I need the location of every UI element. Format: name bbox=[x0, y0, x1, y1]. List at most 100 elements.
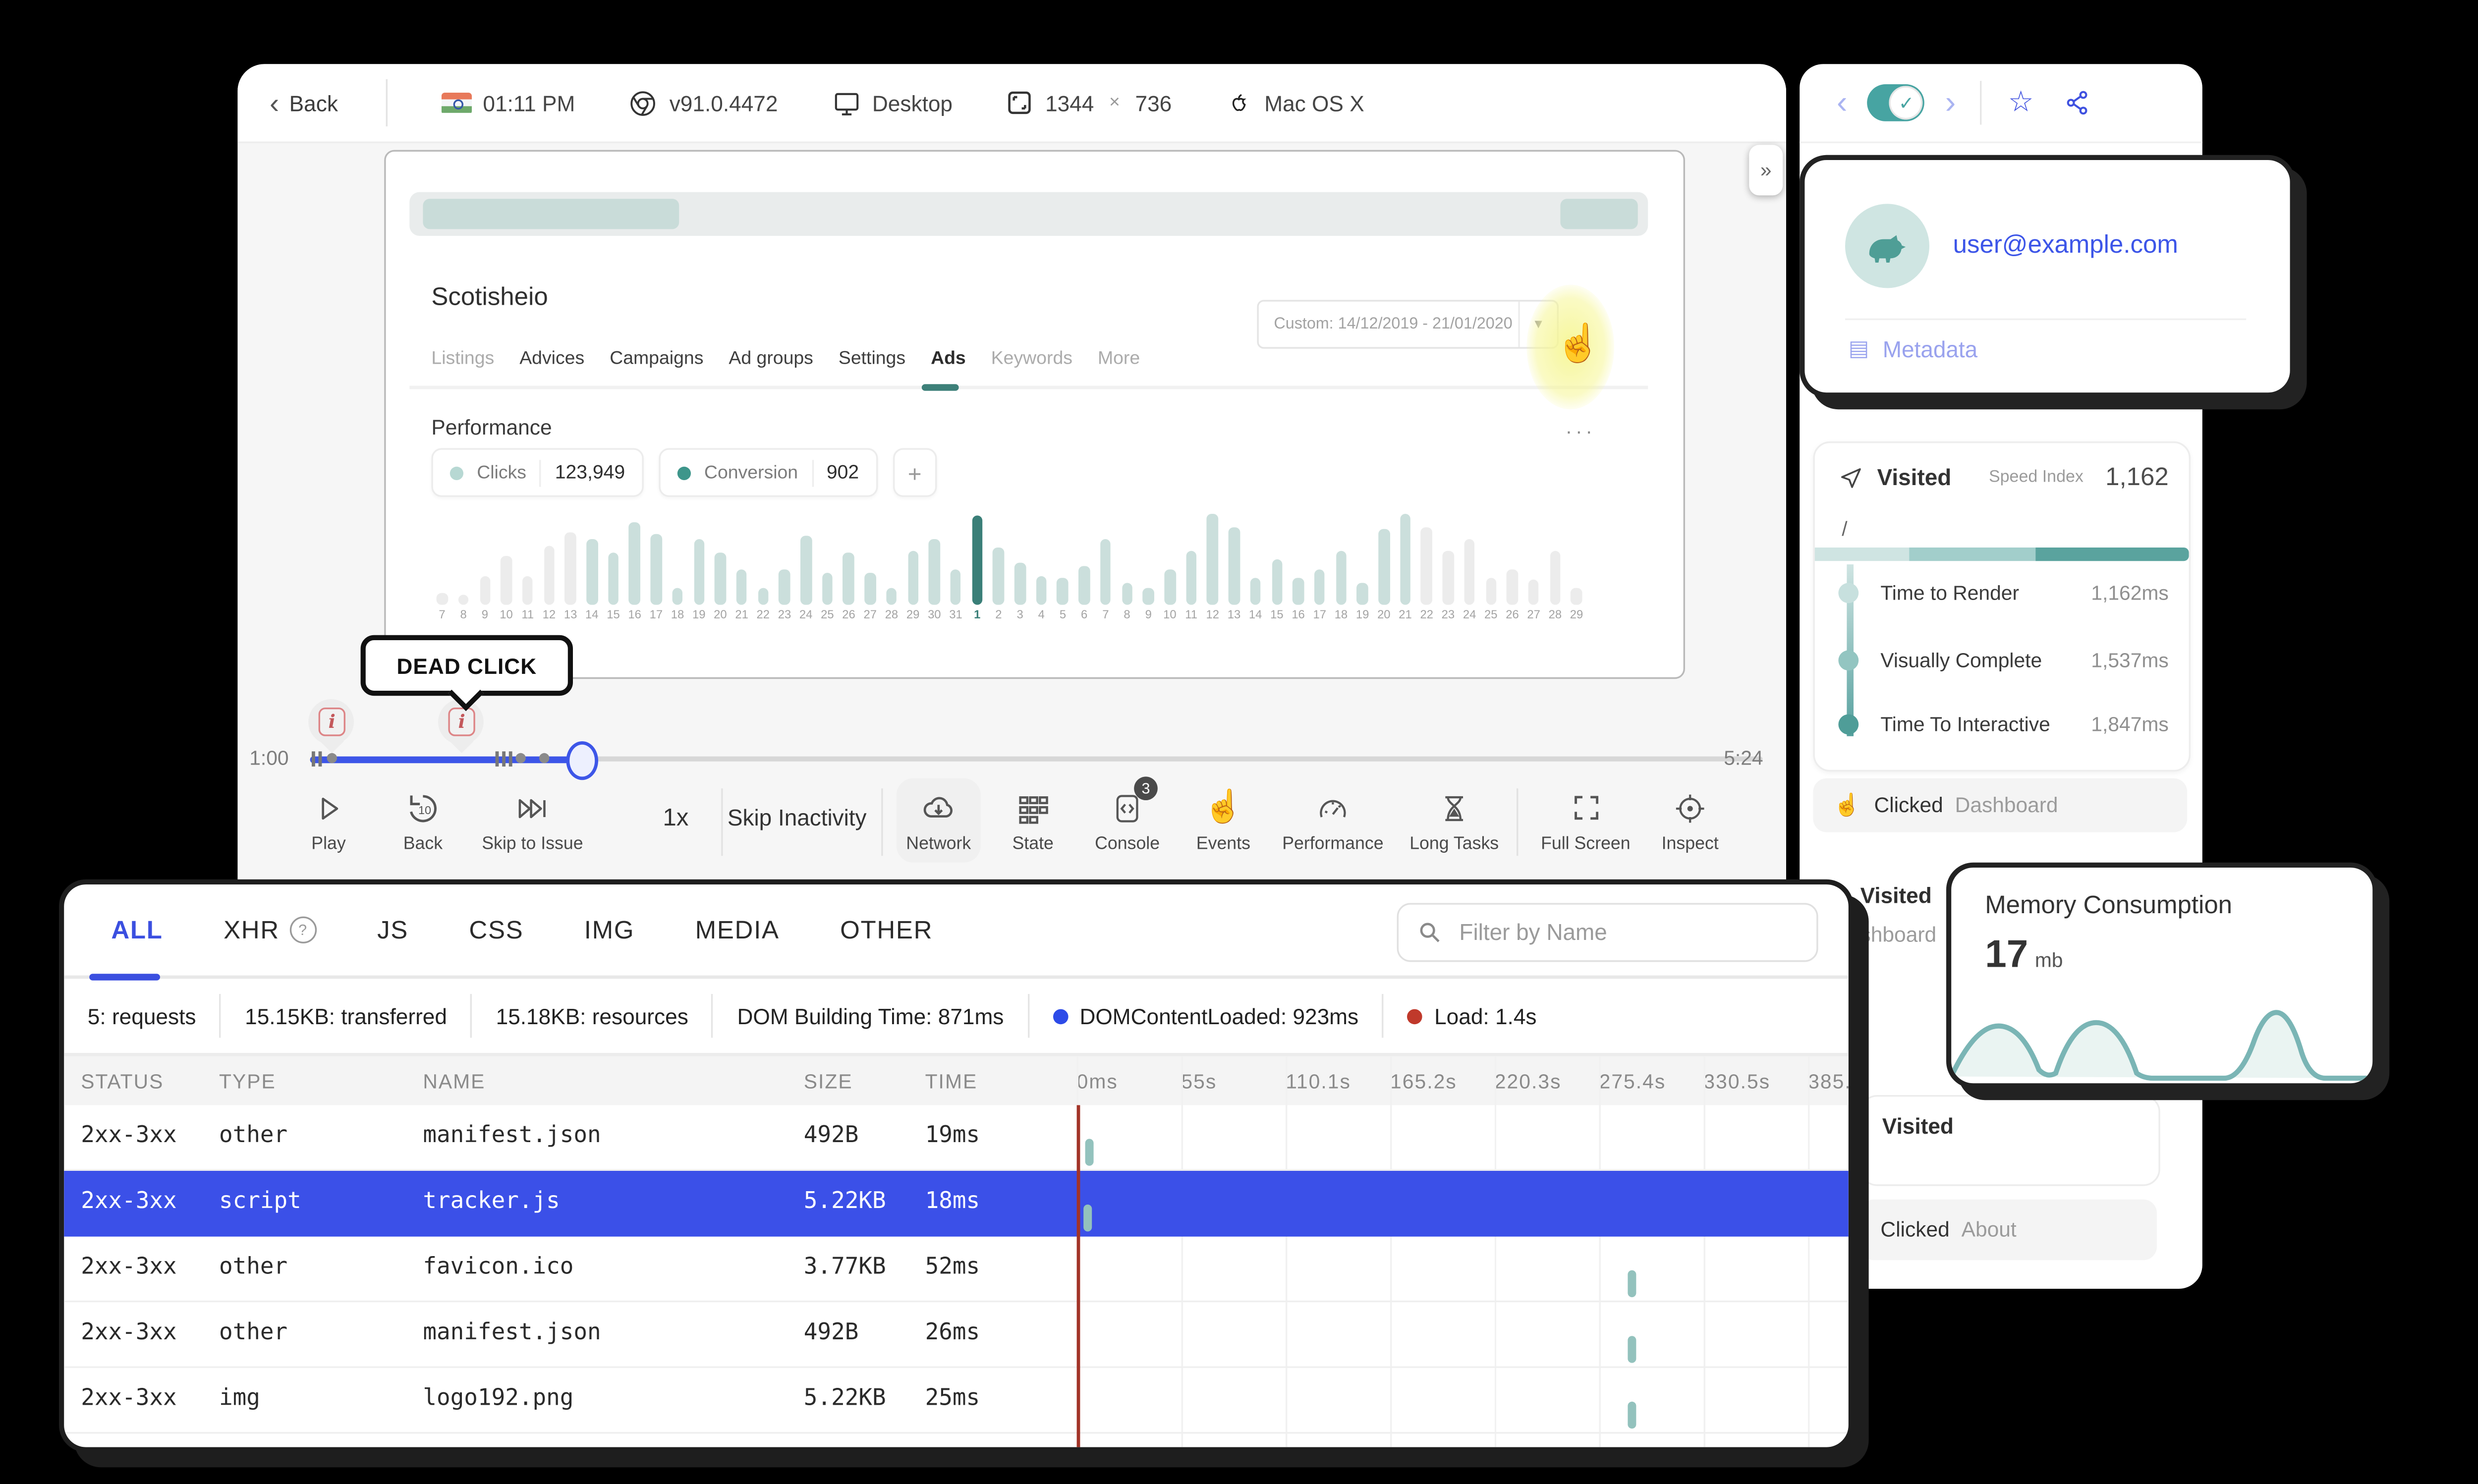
bar-column[interactable]: 25 bbox=[817, 507, 838, 622]
clicked-about-event[interactable]: Clicked About bbox=[1860, 1199, 2157, 1261]
bar-column[interactable]: 24 bbox=[795, 507, 817, 622]
skip-inactivity-button[interactable]: Skip Inactivity bbox=[728, 805, 867, 830]
bar-column[interactable]: 19 bbox=[1352, 507, 1373, 622]
bar-column[interactable]: 12 bbox=[1202, 507, 1223, 622]
col-time[interactable]: TIME bbox=[925, 1070, 978, 1094]
network-request-row[interactable]: 2xx-3xx other manifest.json 492B 19ms bbox=[64, 1105, 1849, 1171]
bar-column[interactable]: 20 bbox=[710, 507, 731, 622]
playhead-handle[interactable] bbox=[566, 741, 598, 780]
waterfall-bar[interactable] bbox=[1628, 1401, 1637, 1429]
page-tab[interactable]: Ads bbox=[931, 349, 966, 369]
bar-column[interactable]: 22 bbox=[752, 507, 774, 622]
clicked-dashboard-event[interactable]: ☝ Clicked Dashboard bbox=[1813, 778, 2188, 832]
bar-column[interactable]: 23 bbox=[774, 507, 795, 622]
collapse-panel-button[interactable]: » bbox=[1749, 145, 1783, 196]
bar-column[interactable]: 16 bbox=[624, 507, 645, 622]
page-tab[interactable]: Ad groups bbox=[729, 349, 813, 369]
filter-input[interactable] bbox=[1456, 918, 1749, 947]
bar-column[interactable]: 2 bbox=[988, 507, 1009, 622]
page-tab[interactable]: Advices bbox=[519, 349, 584, 369]
inspect-button[interactable]: Inspect bbox=[1613, 788, 1768, 854]
bar-column[interactable]: 22 bbox=[1416, 507, 1437, 622]
visited-event-card[interactable]: Visited Speed Index 1,162 / Time to Rend… bbox=[1813, 441, 2191, 772]
bar-column[interactable]: 25 bbox=[1480, 507, 1502, 622]
bar-column[interactable]: 8 bbox=[453, 507, 474, 622]
bar-column[interactable]: 18 bbox=[1330, 507, 1352, 622]
network-request-row[interactable]: 2xx-3xx other manifest.json 492B 26ms bbox=[64, 1302, 1849, 1368]
back-button[interactable]: ‹ Back bbox=[270, 89, 338, 117]
waterfall-bar[interactable] bbox=[1086, 1139, 1095, 1166]
bar-column[interactable]: 15 bbox=[603, 507, 624, 622]
bar-column[interactable]: 24 bbox=[1459, 507, 1480, 622]
col-name[interactable]: NAME bbox=[423, 1070, 485, 1094]
bar-column[interactable]: 14 bbox=[1245, 507, 1266, 622]
bar-column[interactable]: 3 bbox=[1010, 507, 1031, 622]
tab-css[interactable]: CSS bbox=[469, 916, 523, 944]
bar-column[interactable]: 11 bbox=[517, 507, 538, 622]
bar-column[interactable]: 5 bbox=[1052, 507, 1073, 622]
share-icon[interactable] bbox=[2064, 89, 2091, 116]
bar-column[interactable]: 7 bbox=[1095, 507, 1116, 622]
timeline-event-dot[interactable] bbox=[515, 753, 526, 764]
bar-column[interactable]: 10 bbox=[1159, 507, 1181, 622]
bar-column[interactable]: 9 bbox=[1138, 507, 1159, 622]
bar-column[interactable]: 27 bbox=[859, 507, 881, 622]
page-tab[interactable]: Listings bbox=[431, 349, 494, 369]
bar-column[interactable]: 27 bbox=[1523, 507, 1544, 622]
tab-img[interactable]: IMG bbox=[584, 916, 634, 944]
bar-column[interactable]: 28 bbox=[881, 507, 902, 622]
bar-column[interactable]: 21 bbox=[1395, 507, 1416, 622]
bar-column[interactable]: 16 bbox=[1288, 507, 1309, 622]
bar-column[interactable]: 26 bbox=[838, 507, 859, 622]
user-email[interactable]: user@example.com bbox=[1953, 231, 2178, 260]
tab-js[interactable]: JS bbox=[377, 916, 408, 944]
waterfall-bar[interactable] bbox=[1628, 1336, 1637, 1363]
bar-column[interactable]: 20 bbox=[1373, 507, 1395, 622]
skip-to-issue-button[interactable]: Skip to Issue bbox=[455, 788, 610, 854]
visited-event-card-bottom[interactable]: Visited bbox=[1860, 1095, 2160, 1186]
bar-column[interactable]: 7 bbox=[431, 507, 452, 622]
tab-xhr[interactable]: XHR ? bbox=[224, 916, 317, 944]
col-status[interactable]: STATUS bbox=[81, 1070, 164, 1094]
bar-column[interactable]: 29 bbox=[1566, 507, 1587, 622]
bar-column[interactable]: 19 bbox=[688, 507, 710, 622]
bar-column[interactable]: 13 bbox=[560, 507, 581, 622]
page-tab[interactable]: Campaigns bbox=[610, 349, 703, 369]
page-tab[interactable]: More bbox=[1098, 349, 1140, 369]
network-request-row[interactable]: 2xx-3xx other favicon.ico 3.77KB 52ms bbox=[64, 1236, 1849, 1303]
col-type[interactable]: TYPE bbox=[219, 1070, 276, 1094]
bar-column[interactable]: 4 bbox=[1031, 507, 1052, 622]
bar-column[interactable]: 29 bbox=[902, 507, 924, 622]
help-icon[interactable]: ? bbox=[289, 916, 317, 943]
filter-field[interactable] bbox=[1397, 903, 1818, 962]
issue-marker[interactable]: i bbox=[308, 699, 354, 754]
bar-column[interactable]: 17 bbox=[645, 507, 667, 622]
timeline-event-dot[interactable] bbox=[539, 753, 550, 764]
waterfall-bar[interactable] bbox=[1628, 1270, 1637, 1297]
network-request-row[interactable]: 2xx-3xx img logo192.png 5.22KB 25ms bbox=[64, 1368, 1849, 1434]
bar-column[interactable]: 6 bbox=[1073, 507, 1095, 622]
date-range-select[interactable]: Custom: 14/12/2019 - 21/01/2020 ▾ bbox=[1257, 300, 1559, 349]
bar-column[interactable]: 28 bbox=[1544, 507, 1566, 622]
tab-other[interactable]: OTHER bbox=[840, 916, 933, 944]
bar-column[interactable]: 9 bbox=[474, 507, 496, 622]
tab-all[interactable]: ALL bbox=[111, 916, 163, 944]
speed-button[interactable]: 1x bbox=[663, 805, 688, 832]
network-request-row[interactable]: 2xx-3xx script tracker.js 5.22KB 18ms bbox=[64, 1171, 1849, 1237]
metric-chip[interactable]: Clicks 123,949 bbox=[431, 448, 644, 497]
bar-column[interactable]: 30 bbox=[924, 507, 945, 622]
visited-event-partial[interactable]: Visited bbox=[1860, 883, 1932, 908]
col-size[interactable]: SIZE bbox=[804, 1070, 853, 1094]
timeline-event-dot[interactable] bbox=[327, 753, 337, 764]
bar-column[interactable]: 21 bbox=[731, 507, 752, 622]
tab-media[interactable]: MEDIA bbox=[695, 916, 780, 944]
favorite-star-icon[interactable]: ☆ bbox=[2008, 86, 2034, 119]
bar-column[interactable]: 18 bbox=[667, 507, 688, 622]
bar-column[interactable]: 11 bbox=[1181, 507, 1202, 622]
bar-column[interactable]: 23 bbox=[1437, 507, 1459, 622]
bar-column[interactable]: 14 bbox=[581, 507, 603, 622]
bar-column[interactable]: 17 bbox=[1309, 507, 1330, 622]
bar-column[interactable]: 1 bbox=[966, 507, 988, 622]
prev-session-icon[interactable]: ‹ bbox=[1837, 87, 1848, 119]
bar-column[interactable]: 10 bbox=[496, 507, 517, 622]
